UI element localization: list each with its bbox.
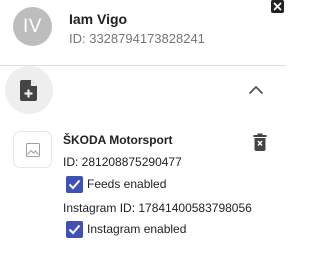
feeds-enabled-label: Feeds enabled — [87, 177, 167, 191]
instagram-checkbox-box[interactable] — [66, 220, 83, 238]
checkmark-icon — [68, 224, 81, 234]
user-id: ID: 3328794173828241 — [69, 31, 205, 46]
user-name: Iam Vigo — [69, 11, 128, 27]
note-add-icon — [20, 80, 37, 101]
delete-page-button[interactable] — [253, 133, 267, 151]
feeds-enabled-checkbox[interactable]: Feeds enabled — [66, 175, 166, 193]
avatar: IV — [13, 7, 52, 46]
facebook-account-panel: IV Iam Vigo ID: 3328794173828241 ŠKODA M… — [0, 0, 286, 257]
user-header: IV Iam Vigo ID: 3328794173828241 — [0, 0, 286, 60]
instagram-id: Instagram ID: 17841400583798056 — [63, 201, 252, 215]
page-name: ŠKODA Motorsport — [63, 133, 173, 147]
image-placeholder-icon — [26, 143, 40, 157]
add-page-button[interactable] — [5, 66, 53, 114]
feeds-checkbox-box[interactable] — [66, 175, 83, 193]
close-icon — [271, 0, 284, 13]
trash-icon — [253, 133, 267, 151]
page-thumbnail — [13, 131, 52, 168]
chevron-up-icon — [249, 86, 263, 94]
instagram-enabled-label: Instagram enabled — [87, 222, 187, 236]
collapse-button[interactable] — [246, 80, 266, 100]
close-button[interactable] — [271, 0, 284, 13]
page-id: ID: 281208875290477 — [63, 155, 182, 169]
header-divider — [0, 65, 286, 66]
instagram-enabled-checkbox[interactable]: Instagram enabled — [66, 220, 186, 238]
checkmark-icon — [68, 179, 81, 189]
